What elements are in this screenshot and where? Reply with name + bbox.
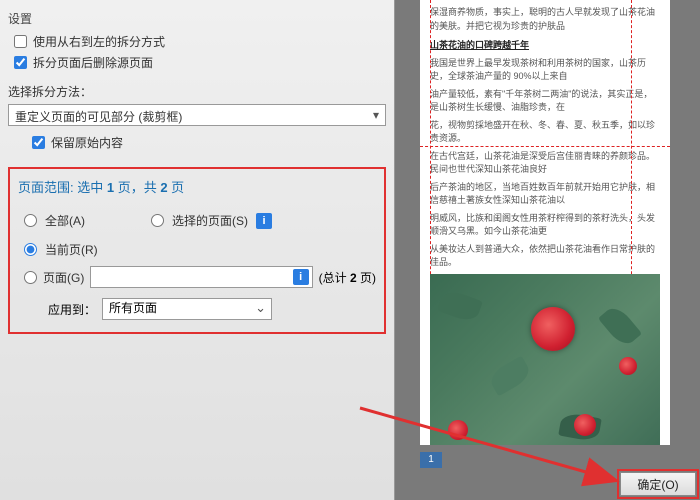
radio-current-label: 当前页(R) (45, 241, 98, 258)
total-pages: (总计 2 页) (319, 269, 376, 286)
pages-input[interactable]: i (90, 266, 312, 288)
split-method-label: 选择拆分方法： (8, 83, 386, 100)
radio-selected[interactable] (151, 214, 164, 227)
radio-all[interactable] (24, 214, 37, 227)
document-image (430, 274, 660, 446)
keep-original-label: 保留原始内容 (51, 134, 123, 151)
apply-to-combo[interactable]: 所有页面 (102, 298, 272, 320)
split-method-combo[interactable]: 重定义页面的可见部分 (裁剪框) (8, 104, 386, 126)
keep-original-checkbox[interactable] (32, 136, 45, 149)
document-preview: 保湿商养物质，事实上，聪明的古人早就发现了山茶花油的美肤。并把它视为珍贵的护肤品… (420, 0, 670, 445)
split-method-value: 重定义页面的可见部分 (裁剪框) (15, 110, 182, 124)
radio-pages[interactable] (24, 271, 37, 284)
page-range-group: 页面范围: 选中 1 页，共 2 页 全部(A) 选择的页面(S) i 当前页(… (8, 167, 386, 334)
radio-current[interactable] (24, 243, 37, 256)
apply-to-label: 应用到： (48, 301, 96, 318)
ok-button[interactable]: 确定(O) (620, 472, 696, 496)
apply-to-value: 所有页面 (109, 301, 157, 315)
delete-source-checkbox[interactable] (14, 56, 27, 69)
radio-pages-label: 页面(G) (43, 269, 84, 286)
page-number: 1 (420, 452, 442, 468)
rtl-split-checkbox[interactable] (14, 35, 27, 48)
doc-heading-1: 山茶花油的口碑跨越千年 (430, 39, 660, 53)
radio-all-label: 全部(A) (45, 212, 85, 229)
delete-source-label: 拆分页面后删除源页面 (33, 54, 153, 71)
info-icon[interactable]: i (293, 269, 309, 285)
rtl-split-label: 使用从右到左的拆分方式 (33, 33, 165, 50)
radio-selected-label: 选择的页面(S) (172, 212, 248, 229)
settings-title: 设置 (8, 10, 386, 27)
page-range-title: 页面范围: 选中 1 页，共 2 页 (18, 177, 376, 196)
info-icon[interactable]: i (256, 213, 272, 229)
